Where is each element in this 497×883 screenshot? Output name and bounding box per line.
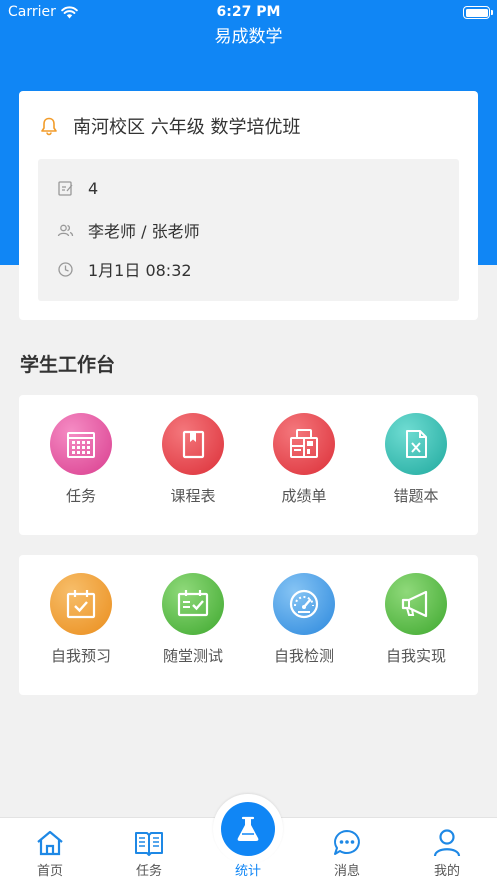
tab-label: 消息 — [333, 864, 360, 879]
info-row-time: 1月1日 08:32 — [57, 257, 192, 281]
class-info-box: 4 李老师 / 张老师 1月1日 08:32 — [38, 159, 459, 301]
workbench-item-quiz[interactable]: 随堂测试 — [138, 573, 248, 666]
calendar-check-icon — [50, 573, 112, 635]
tab-home[interactable]: 首页 — [10, 818, 90, 883]
tab-messages[interactable]: 消息 — [307, 818, 387, 883]
clock-icon — [58, 261, 73, 277]
workbench-item-mistakes[interactable]: 错题本 — [361, 413, 471, 506]
tab-label: 任务 — [135, 864, 162, 879]
workbench-item-label: 随堂测试 — [162, 647, 223, 665]
workbench-item-label: 自我检测 — [273, 647, 334, 665]
workbench-item-label: 课程表 — [170, 487, 216, 505]
chat-icon — [334, 830, 360, 855]
workbench-item-label: 任务 — [65, 487, 96, 505]
info-row-teachers: 李老师 / 张老师 — [57, 218, 200, 242]
workbench-item-label: 自我实现 — [385, 647, 446, 665]
workbench-item-label: 自我预习 — [50, 647, 111, 665]
class-card[interactable]: 南河校区 六年级 数学培优班 4 李老师 / 张老师 1月1日 08:32 — [19, 91, 478, 320]
person-icon — [433, 829, 461, 857]
megaphone-icon — [385, 573, 447, 635]
workbench-item-schedule[interactable]: 课程表 — [138, 413, 248, 506]
class-time: 1月1日 08:32 — [88, 261, 192, 280]
book-icon — [135, 832, 163, 856]
status-bar: Carrier 6:27 PM — [0, 0, 497, 24]
workbench-title: 学生工作台 — [20, 354, 116, 376]
edit-note-icon — [58, 181, 73, 196]
tab-profile[interactable]: 我的 — [407, 818, 487, 883]
speedometer-icon — [273, 573, 335, 635]
tab-label: 我的 — [433, 864, 460, 879]
workbench-item-preview[interactable]: 自我预习 — [26, 573, 136, 666]
class-name: 南河校区 六年级 数学培优班 — [73, 117, 301, 138]
flask-icon — [237, 816, 259, 841]
tab-label: 首页 — [36, 864, 63, 879]
report-clipboard-icon — [273, 413, 335, 475]
calendar-grid-icon — [50, 413, 112, 475]
tab-tasks[interactable]: 任务 — [109, 818, 189, 883]
class-teachers: 李老师 / 张老师 — [88, 222, 200, 241]
people-icon — [57, 224, 74, 236]
workbench-item-achieve[interactable]: 自我实现 — [361, 573, 471, 666]
wrong-file-icon — [385, 413, 447, 475]
center-tab-button[interactable] — [213, 794, 283, 864]
workbench-card-2: 自我预习 随堂测试 自我检测 自我实现 — [19, 555, 478, 695]
workbench-item-label: 错题本 — [393, 487, 439, 505]
checklist-board-icon — [162, 573, 224, 635]
workbench-card-1: 任务 课程表 成绩单 错题本 — [19, 395, 478, 535]
battery-icon — [463, 6, 493, 19]
bell-icon — [41, 117, 57, 136]
home-icon — [37, 830, 63, 856]
workbench-item-selftest[interactable]: 自我检测 — [249, 573, 359, 666]
class-count: 4 — [88, 179, 99, 198]
workbench-item-label: 成绩单 — [281, 487, 327, 505]
page-title: 易成数学 — [214, 27, 283, 47]
status-time: 6:27 PM — [216, 4, 281, 20]
workbench-item-report[interactable]: 成绩单 — [249, 413, 359, 506]
class-header: 南河校区 六年级 数学培优班 — [39, 113, 300, 139]
info-row-count: 4 — [57, 179, 98, 198]
workbench-item-task[interactable]: 任务 — [26, 413, 136, 506]
bookmark-book-icon — [162, 413, 224, 475]
center-tab-circle — [221, 802, 275, 856]
